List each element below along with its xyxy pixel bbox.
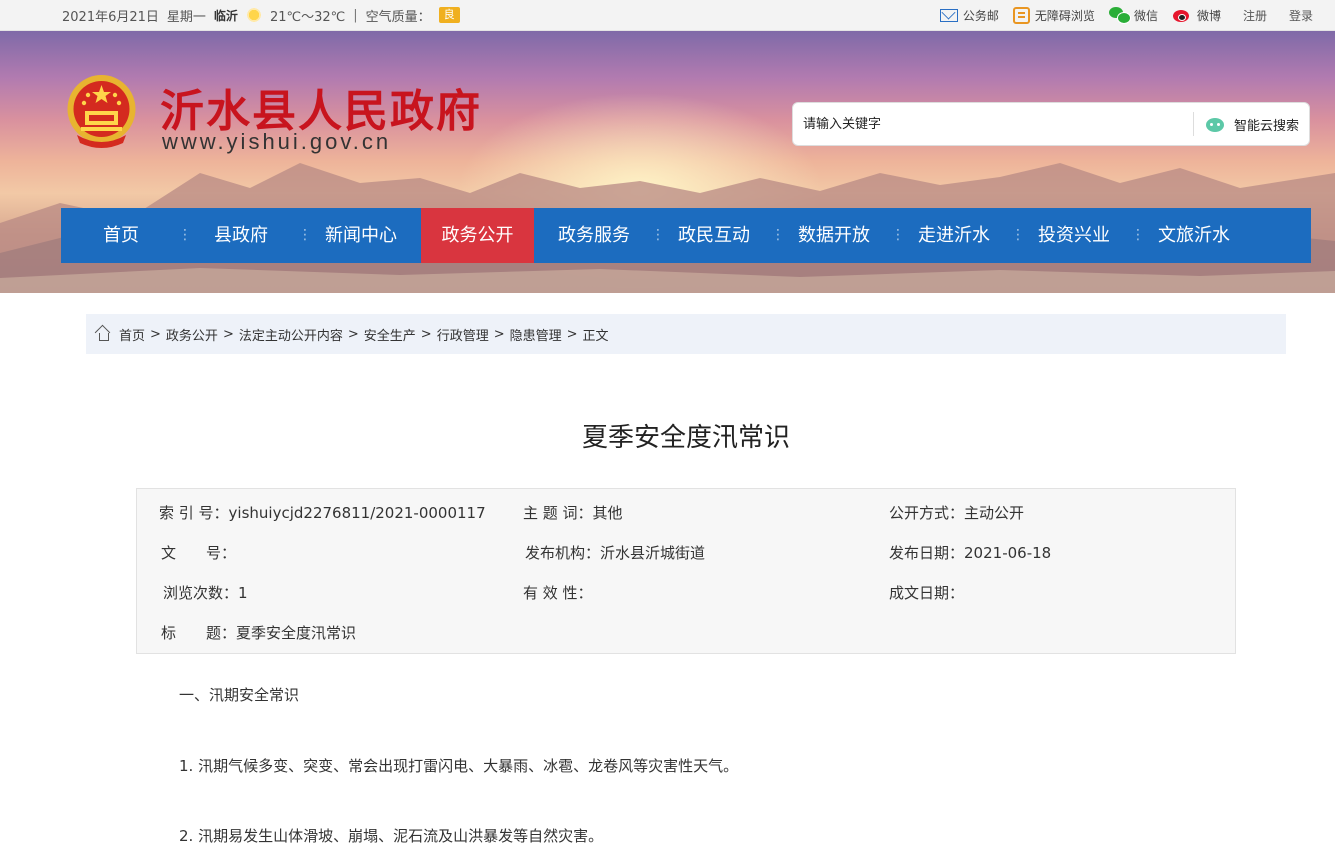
wechat-link-label: 微信: [1133, 8, 1158, 23]
wechat-icon: [1108, 7, 1131, 24]
air-quality-badge: 良: [438, 7, 460, 23]
weather-city: 临沂: [213, 8, 238, 23]
article-paragraph: 1. 汛期气候多变、突变、常会出现打雷闪电、大暴雨、冰雹、龙卷风等灾害性天气。: [179, 757, 739, 775]
breadcrumb-separator: >: [150, 326, 161, 342]
smart-search-label: 智能云搜索: [1233, 118, 1299, 134]
accessibility-icon: [1012, 6, 1030, 24]
nav-item-culture-tourism[interactable]: 文旅沂水: [1134, 208, 1254, 263]
weibo-link[interactable]: 微博: [1172, 7, 1221, 24]
accessibility-link[interactable]: 无障碍浏览: [1012, 6, 1095, 24]
breadcrumb-administration[interactable]: 行政管理: [437, 325, 489, 344]
robot-icon: [1204, 114, 1226, 134]
sunny-weather-icon: [245, 7, 262, 23]
meta-row: 文 号： 发布机构：沂水县沂城街道 发布日期：2021-06-18: [137, 533, 1235, 573]
mail-link-label: 公务邮: [962, 8, 999, 23]
meta-publicity: 公开方式：主动公开: [889, 493, 1024, 533]
meta-value: 1: [238, 584, 248, 602]
mail-link[interactable]: 公务邮: [939, 7, 999, 24]
main-nav: 首页 县政府 新闻中心 政务公开 政务服务 政民互动 数据开放 走进沂水 投资兴…: [61, 208, 1311, 263]
national-emblem-icon: [67, 75, 136, 148]
meta-label: 主 题 词：: [523, 504, 593, 522]
meta-title: 标 题：夏季安全度汛常识: [161, 613, 356, 653]
meta-value: 主动公开: [964, 504, 1025, 522]
nav-item-government-affairs-disclosure[interactable]: 政务公开: [421, 208, 534, 263]
meta-label: 浏览次数：: [163, 584, 239, 602]
breadcrumb-separator: >: [493, 326, 505, 342]
top-bar: 2021年6月21日 星期一 临沂 21℃～32℃ | 空气质量： 良 公务邮 …: [0, 0, 1335, 31]
register-link[interactable]: 注册: [1243, 7, 1267, 24]
nav-item-news-center[interactable]: 新闻中心: [301, 208, 421, 263]
nav-item-county-government[interactable]: 县政府: [181, 208, 301, 263]
air-quality-label: 空气质量：: [365, 9, 431, 25]
nav-item-investment[interactable]: 投资兴业: [1014, 208, 1134, 263]
wechat-link[interactable]: 微信: [1108, 7, 1158, 24]
meta-views: 浏览次数：1: [163, 573, 248, 613]
search-box: 智能云搜索: [792, 102, 1310, 146]
breadcrumb-separator: >: [420, 326, 432, 342]
meta-label: 有 效 性：: [523, 584, 593, 602]
top-links: 公务邮 无障碍浏览 微信 微博 注册 登录: [939, 0, 1313, 30]
meta-index-no: 索 引 号：yishuiycjd2276811/2021-0000117: [159, 493, 486, 533]
meta-value: 其他: [592, 504, 623, 522]
meta-value: 2021-06-18: [964, 544, 1052, 562]
article-meta-table: 索 引 号：yishuiycjd2276811/2021-0000117 主 题…: [136, 488, 1236, 654]
meta-validity: 有 效 性：: [523, 573, 593, 613]
meta-label: 文 号：: [161, 544, 237, 562]
breadcrumb-statutory-disclosure[interactable]: 法定主动公开内容: [239, 325, 343, 344]
weibo-icon: [1172, 7, 1192, 23]
meta-value: yishuiycjd2276811/2021-0000117: [228, 504, 486, 522]
meta-row: 索 引 号：yishuiycjd2276811/2021-0000117 主 题…: [137, 493, 1235, 533]
meta-label: 发布机构：: [525, 544, 601, 562]
mail-icon: [939, 8, 958, 22]
breadcrumb-home[interactable]: 首页: [119, 325, 145, 344]
article-paragraph: 一、汛期安全常识: [179, 686, 300, 704]
breadcrumb-government-affairs[interactable]: 政务公开: [166, 325, 218, 344]
meta-label: 标 题：: [161, 624, 237, 642]
meta-label: 发布日期：: [889, 544, 965, 562]
breadcrumb-separator: >: [347, 326, 359, 342]
meta-created-date: 成文日期：: [889, 573, 964, 613]
smart-search-button[interactable]: 智能云搜索: [1194, 114, 1309, 134]
meta-value: 沂水县沂城街道: [600, 544, 706, 562]
temperature: 21℃～32℃: [269, 9, 346, 25]
meta-publish-date: 发布日期：2021-06-18: [889, 533, 1051, 573]
current-date: 2021年6月21日: [62, 9, 159, 25]
content-card: 首页 > 政务公开 > 法定主动公开内容 > 安全生产 > 行政管理 > 隐患管…: [61, 293, 1311, 861]
nav-item-about-yishui[interactable]: 走进沂水: [894, 208, 1014, 263]
article-paragraph: 2. 汛期易发生山体滑坡、崩塌、泥石流及山洪暴发等自然灾害。: [179, 827, 604, 845]
current-weekday: 星期一: [166, 9, 206, 25]
nav-item-public-interaction[interactable]: 政民互动: [654, 208, 774, 263]
meta-row: 标 题：夏季安全度汛常识: [137, 613, 1235, 653]
meta-label: 成文日期：: [889, 584, 965, 602]
breadcrumb-hazard-management[interactable]: 隐患管理: [510, 325, 562, 344]
site-url: www.yishui.gov.cn: [162, 129, 392, 154]
home-icon: [96, 328, 110, 341]
meta-label: 索 引 号：: [159, 504, 229, 522]
nav-item-government-services[interactable]: 政务服务: [534, 208, 654, 263]
meta-doc-no: 文 号：: [161, 533, 236, 573]
breadcrumb-separator: >: [566, 326, 578, 342]
breadcrumb-work-safety[interactable]: 安全生产: [364, 325, 416, 344]
meta-value: 夏季安全度汛常识: [236, 624, 357, 642]
accessibility-link-label: 无障碍浏览: [1034, 8, 1095, 23]
meta-label: 公开方式：: [889, 504, 965, 522]
weibo-link-label: 微博: [1196, 8, 1221, 23]
meta-row: 浏览次数：1 有 效 性： 成文日期：: [137, 573, 1235, 613]
nav-item-home[interactable]: 首页: [61, 208, 181, 263]
date-weather-bar: 2021年6月21日 星期一 临沂 21℃～32℃ | 空气质量： 良: [62, 0, 460, 30]
breadcrumb-separator: >: [222, 326, 234, 342]
nav-item-open-data[interactable]: 数据开放: [774, 208, 894, 263]
meta-subject: 主 题 词：其他: [523, 493, 623, 533]
breadcrumb: 首页 > 政务公开 > 法定主动公开内容 > 安全生产 > 行政管理 > 隐患管…: [86, 314, 1286, 354]
article-title: 夏季安全度汛常识: [581, 423, 790, 453]
search-input[interactable]: [793, 103, 1193, 145]
divider: |: [353, 7, 358, 23]
login-link[interactable]: 登录: [1289, 7, 1313, 24]
meta-publisher: 发布机构：沂水县沂城街道: [525, 533, 705, 573]
breadcrumb-current: 正文: [582, 328, 609, 344]
